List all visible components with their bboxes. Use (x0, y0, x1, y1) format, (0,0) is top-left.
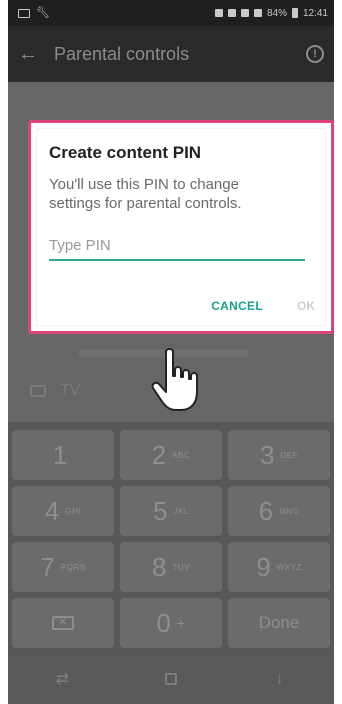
battery-icon (291, 8, 298, 18)
gallery-notification-icon (18, 8, 30, 18)
backspace-key[interactable]: ✕ (12, 598, 114, 648)
dialog-actions: CANCEL OK (211, 299, 315, 313)
done-key[interactable]: Done (228, 598, 330, 648)
app-bar: ← Parental controls ! (8, 26, 334, 82)
hand-pointer-icon (151, 348, 198, 411)
key-5[interactable]: 5 JKL (120, 486, 222, 536)
tv-label: TV (60, 382, 81, 399)
numeric-keypad: 1 2 ABC 3 DEF 4 GHI 5 JKL 6 MNO 7 PQRS 8 TUV 9W… (8, 422, 334, 654)
key-3[interactable]: 3 DEF (228, 430, 330, 480)
tv-icon (30, 385, 46, 397)
key-6[interactable]: 6 MNO (228, 486, 330, 536)
recent-apps-icon[interactable]: ⇄ (42, 664, 82, 694)
signal-icon (253, 9, 262, 17)
key-2[interactable]: 2 ABC (120, 430, 222, 480)
key-8[interactable]: 8 TUV (120, 542, 222, 592)
phone-screen: 🔧︎ 84% 12:41 ← Parental controls ! TV 1 … (8, 0, 334, 704)
ok-button[interactable]: OK (297, 299, 315, 313)
wrench-icon: 🔧︎ (36, 6, 50, 19)
vibrate-icon (227, 9, 236, 17)
dialog-title: Create content PIN (49, 143, 202, 162)
wifi-icon (240, 9, 249, 17)
tv-row: TV (30, 382, 80, 400)
cancel-button[interactable]: CANCEL (211, 299, 263, 313)
status-bar: 🔧︎ 84% 12:41 (8, 0, 334, 26)
create-pin-dialog: Create content PIN You'll use this PIN t… (37, 129, 325, 325)
key-9[interactable]: 9 WXYZ (228, 542, 330, 592)
key-0[interactable]: 0 + (120, 598, 222, 648)
key-4[interactable]: 4 GHI (12, 486, 114, 536)
key-1[interactable]: 1 (12, 430, 114, 480)
home-icon[interactable] (151, 664, 191, 694)
battery-percent: 84% (266, 7, 287, 19)
status-time: 12:41 (302, 7, 328, 19)
arrow-left-icon[interactable]: ← (18, 43, 54, 66)
backspace-icon: ✕ (52, 616, 74, 630)
back-icon[interactable]: ↓ (260, 664, 300, 694)
dialog-highlight-frame: Create content PIN You'll use this PIN t… (28, 120, 334, 334)
key-7[interactable]: 7 PQRS (12, 542, 114, 592)
dialog-message: You'll use this PIN to change settings f… (49, 176, 242, 212)
navigation-bar: ⇄ ↓ (8, 654, 334, 704)
bluetooth-icon (214, 9, 223, 17)
page-title: Parental controls (54, 43, 190, 64)
help-circle-icon[interactable]: ! (306, 45, 324, 63)
pin-input[interactable] (49, 233, 305, 261)
